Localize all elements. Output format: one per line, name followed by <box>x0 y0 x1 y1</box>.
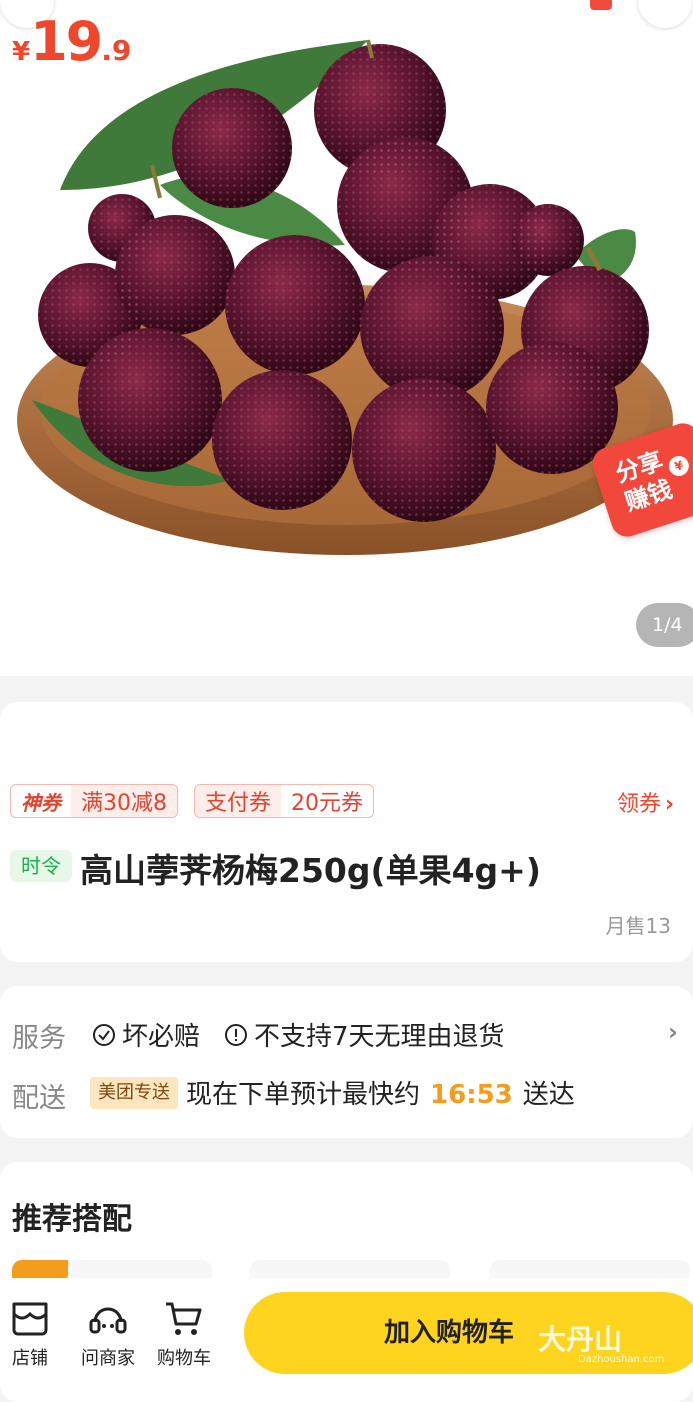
product-image <box>17 39 673 555</box>
promo-tag-label: 支付券 <box>195 785 282 817</box>
chevron-right-icon[interactable]: › <box>668 1018 678 1046</box>
get-coupon-label: 领券 <box>617 792 662 817</box>
delivery-label: 配送 <box>12 1083 66 1114</box>
promo-tag-value: 20元券 <box>281 785 374 817</box>
cart-label: 购物车 <box>157 1348 211 1369</box>
headset-icon <box>89 1307 127 1334</box>
watermark-sub: Dazhoushan.com <box>578 1354 665 1365</box>
check-circle-icon <box>93 1023 115 1046</box>
service-card[interactable] <box>0 986 693 1138</box>
promo-tag-shenquan[interactable]: 神券 满30减8 <box>10 784 178 818</box>
delivery-text-after: 送达 <box>522 1080 575 1110</box>
promo-tag-payment[interactable]: 支付券 20元券 <box>194 784 375 818</box>
price-decimal: .9 <box>101 34 132 67</box>
store-label: 店铺 <box>12 1348 48 1369</box>
promo-tag-value: 满30减8 <box>71 785 177 817</box>
get-coupon-link[interactable]: 领券 › <box>617 786 674 818</box>
service-item-label: 不支持7天无理由退货 <box>254 1022 505 1052</box>
promo-tag-label: 神券 <box>11 785 71 817</box>
seasonal-tag: 时令 <box>10 850 72 882</box>
ask-merchant-button[interactable]: 问商家 <box>78 1300 138 1370</box>
delivery-text-before: 现在下单预计最快约 <box>186 1080 421 1110</box>
monthly-sales: 月售13 <box>605 914 671 938</box>
service-label: 服务 <box>12 1023 66 1054</box>
cart-button[interactable]: 购物车 <box>154 1300 214 1370</box>
store-button[interactable]: 店铺 <box>0 1300 60 1370</box>
watermark: 大丹山 Dazhoushan.com <box>538 1318 664 1365</box>
product-image-gallery[interactable]: 分享 赚钱 ¥ 1/4 <box>0 0 693 676</box>
info-circle-icon <box>225 1023 247 1046</box>
product-title: 高山荸荠杨梅250g(单果4g+) <box>80 851 541 890</box>
product-price: ¥19.9 <box>12 10 131 73</box>
price-integer: 19 <box>30 10 103 73</box>
cart-mini-icon[interactable] <box>560 0 612 14</box>
price-card <box>0 702 693 962</box>
cart-mini-badge <box>590 0 612 10</box>
service-item-no-return: 不支持7天无理由退货 <box>224 1016 505 1053</box>
service-item-label: 坏必赔 <box>122 1022 201 1052</box>
meituan-delivery-badge: 美团专送 <box>90 1077 178 1109</box>
cart-icon <box>166 1302 202 1335</box>
image-pager: 1/4 <box>636 603 693 647</box>
watermark-main: 大丹山 <box>538 1323 623 1356</box>
ask-merchant-label: 问商家 <box>81 1348 135 1369</box>
delivery-estimate: 现在下单预计最快约 16:53 送达 <box>186 1074 575 1111</box>
service-item-damage-compensation: 坏必赔 <box>92 1016 200 1053</box>
store-icon <box>12 1302 48 1336</box>
recommend-title: 推荐搭配 <box>12 1202 132 1237</box>
chevron-right-icon: › <box>665 792 675 817</box>
delivery-time: 16:53 <box>430 1080 513 1110</box>
price-currency: ¥ <box>12 37 31 67</box>
